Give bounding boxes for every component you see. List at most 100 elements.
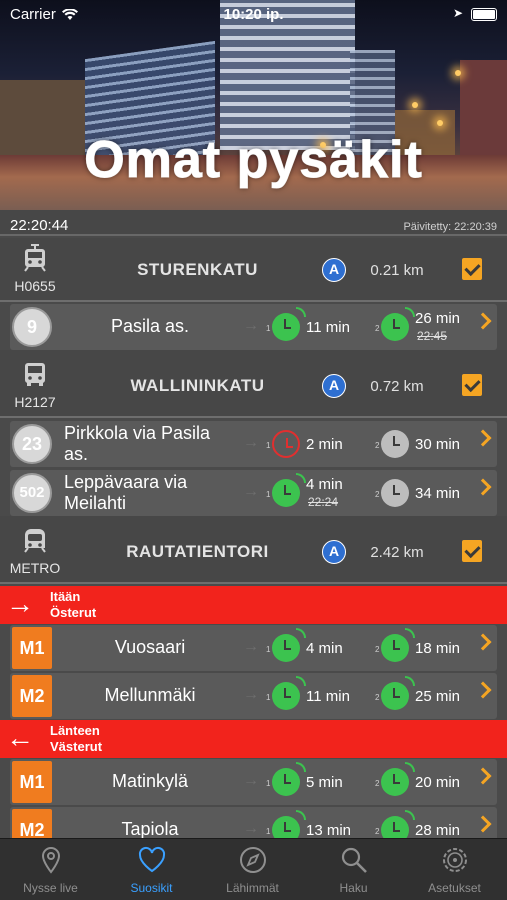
stop-code: H0655 — [14, 278, 56, 294]
destination: Matinkylä — [111, 771, 189, 791]
departure-time: 20 min — [415, 774, 461, 791]
stop-name: STURENKATU — [137, 260, 258, 279]
direction-header-west: ← Länteen Västerut — [0, 720, 507, 758]
destination: Leppävaara via Meilahti — [64, 472, 188, 513]
metro-line-badge: M1 — [12, 627, 52, 669]
stop-header-wallininkatu[interactable]: H2127 WALLININKATU A 0.72 km — [0, 354, 507, 418]
tab-nysse-live[interactable]: Nysse live — [0, 839, 101, 900]
stop-name: RAUTATIENTORI — [126, 542, 269, 561]
departure-2: 2 20 min — [375, 762, 485, 800]
direction-label-sv: Österut — [50, 605, 97, 620]
bus-icon — [25, 363, 45, 386]
tram-icon — [24, 244, 46, 272]
departure-2: 2 26 min 22:45 — [375, 307, 485, 345]
departure-time: 11 min — [306, 319, 350, 336]
stop-code: H2127 — [14, 394, 56, 410]
line-badge: 9 — [12, 307, 52, 347]
departure-row[interactable]: M2 Mellunmäki → 1 11 min 2 25 min — [10, 673, 497, 719]
tab-bar: Nysse live Suosikit Lähimmät Haku Asetuk… — [0, 838, 507, 900]
departure-time: 2 min — [306, 436, 343, 453]
late-clock-icon — [272, 430, 300, 458]
zone-badge: A — [322, 374, 346, 398]
arrow-left-icon: ← — [6, 722, 34, 753]
battery-icon — [471, 8, 497, 21]
line-badge: 502 — [12, 473, 52, 513]
realtime-clock-icon — [381, 628, 415, 662]
stop-code: METRO — [9, 560, 61, 576]
destination: Mellunmäki — [104, 685, 196, 705]
favorite-checkbox[interactable] — [462, 258, 482, 280]
tab-suosikit[interactable]: Suosikit — [101, 839, 202, 900]
metro-line-badge: M1 — [12, 761, 52, 803]
arrow-right-icon: → — [6, 588, 34, 619]
arrow-right-icon: → — [243, 317, 259, 334]
destination: Vuosaari — [114, 637, 186, 657]
arrow-right-icon: → — [243, 772, 259, 789]
direction-label-fi: Länteen — [50, 723, 100, 738]
realtime-clock-icon — [272, 307, 306, 341]
favorite-checkbox[interactable] — [462, 374, 482, 396]
stop-distance: 0.21 km — [370, 262, 424, 279]
departure-1: 1 2 min — [266, 426, 376, 462]
stop-header-sturenkatu[interactable]: H0655 STURENKATU A 0.21 km — [0, 238, 507, 302]
departure-1: 1 11 min — [266, 676, 376, 714]
departure-time: 5 min — [306, 774, 343, 791]
departure-row[interactable]: M1 Vuosaari → 1 4 min 2 18 min — [10, 625, 497, 671]
metro-line-badge: M2 — [12, 675, 52, 717]
map-pin-icon — [41, 846, 61, 874]
departure-row[interactable]: 9 Pasila as. → 1 11 min 2 26 min 22:45 — [10, 304, 497, 350]
current-time: 22:20:44 — [10, 217, 69, 234]
direction-label-sv: Västerut — [50, 739, 103, 754]
tab-label: Suosikit — [130, 881, 173, 895]
realtime-clock-icon — [272, 473, 306, 507]
departure-time: 30 min — [415, 436, 461, 453]
destination: Pirkkola via Pasila as. — [64, 423, 211, 464]
zone-badge: A — [322, 540, 346, 564]
realtime-clock-icon — [381, 676, 415, 710]
tab-label: Lähimmät — [226, 881, 279, 895]
status-clock: 10:20 ip. — [223, 6, 284, 23]
tab-haku[interactable]: Haku — [303, 839, 404, 900]
arrow-right-icon: → — [243, 686, 259, 703]
departure-1: 1 5 min — [266, 762, 376, 800]
heart-icon — [138, 846, 166, 873]
updated-time: Päivitetty: 22:20:39 — [403, 221, 497, 233]
compass-icon — [240, 847, 266, 873]
status-bar: Carrier 10:20 ip. ➤ — [0, 0, 507, 28]
page-title: Omat pysäkit — [84, 131, 423, 190]
tab-asetukset[interactable]: Asetukset — [404, 839, 505, 900]
tab-label: Nysse live — [23, 881, 78, 895]
location-arrow-icon: ➤ — [452, 6, 463, 20]
departure-time: 28 min — [415, 822, 461, 839]
scheduled-clock-icon — [381, 430, 409, 458]
departure-2: 2 18 min — [375, 628, 485, 666]
departure-2: 2 34 min — [375, 475, 485, 511]
stop-header-rautatientori[interactable]: METRO RAUTATIENTORI A 2.42 km — [0, 520, 507, 584]
stop-name: WALLININKATU — [130, 376, 265, 395]
stop-distance: 0.72 km — [370, 378, 424, 395]
arrow-right-icon: → — [243, 638, 259, 655]
tab-label: Haku — [339, 881, 368, 895]
departure-1: 1 4 min 22:24 — [266, 473, 376, 511]
departure-row[interactable]: M1 Matinkylä → 1 5 min 2 20 min — [10, 759, 497, 805]
destination: Pasila as. — [110, 316, 190, 336]
metro-icon — [24, 529, 46, 553]
departure-row[interactable]: 23 Pirkkola via Pasila as. → 1 2 min 2 3… — [10, 421, 497, 467]
scheduled-time: 22:24 — [308, 495, 339, 509]
realtime-clock-icon — [381, 762, 415, 796]
tab-lahimmat[interactable]: Lähimmät — [202, 839, 303, 900]
search-icon — [341, 847, 367, 873]
destination: Tapiola — [121, 819, 179, 839]
scheduled-clock-icon — [381, 479, 409, 507]
departure-2: 2 25 min — [375, 676, 485, 714]
departure-time: 18 min — [415, 640, 461, 657]
departure-1: 1 4 min — [266, 628, 376, 666]
departure-time: 25 min — [415, 688, 461, 705]
departure-time: 4 min — [306, 476, 343, 493]
direction-label-fi: Itään — [50, 589, 81, 604]
favorite-checkbox[interactable] — [462, 540, 482, 562]
realtime-clock-icon — [272, 628, 306, 662]
departure-row[interactable]: 502 Leppävaara via Meilahti → 1 4 min 22… — [10, 470, 497, 516]
direction-header-east: → Itään Österut — [0, 586, 507, 624]
departure-1: 1 11 min — [266, 307, 376, 345]
